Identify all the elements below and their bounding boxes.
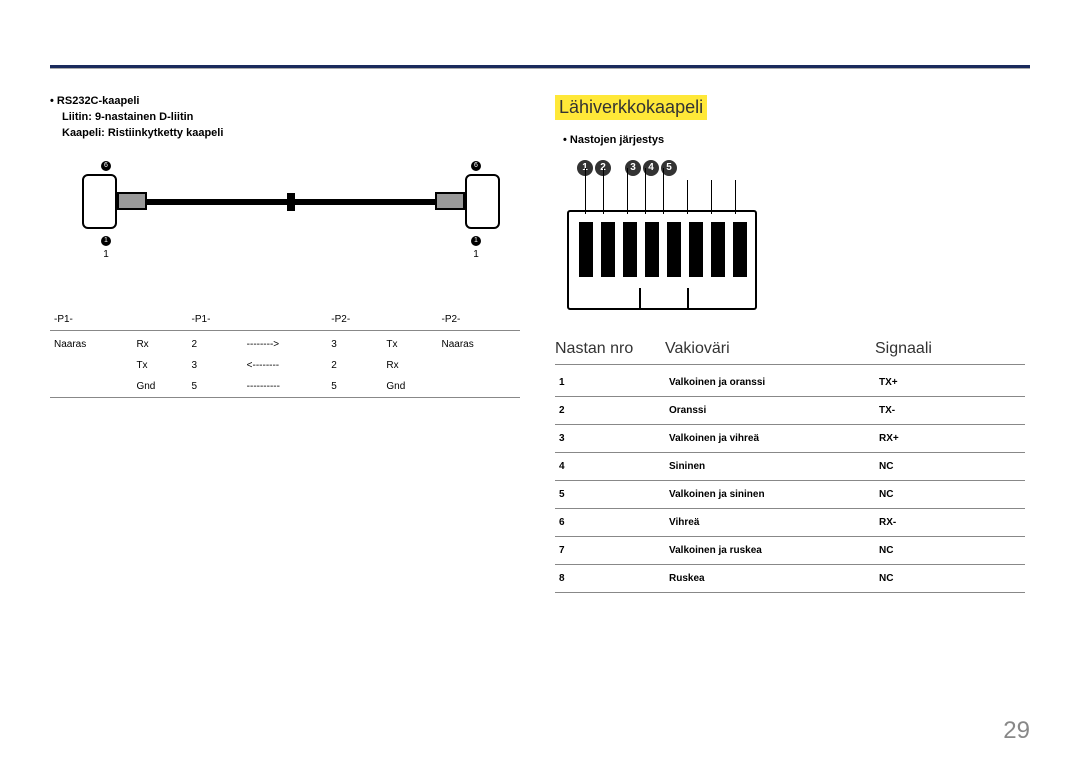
rj45-pin <box>579 222 593 277</box>
face-right <box>435 192 465 210</box>
wire <box>585 168 586 214</box>
table-row: 8RuskeaNC <box>555 565 1025 593</box>
connector-right <box>465 174 500 229</box>
pin-order-label: Nastojen järjestys <box>563 134 1025 146</box>
pinout-table: -P1- -P1- -P2- -P2- Naaras Rx 2 --------… <box>50 309 520 398</box>
rj45-pin <box>711 222 725 277</box>
pin6-right: 6 <box>470 159 482 171</box>
pin1-right-txt: 1 <box>470 249 482 261</box>
cable-line: Kaapeli: Ristiinkytketty kaapeli <box>62 127 520 139</box>
th-p1a: -P1- <box>50 309 132 331</box>
rj45-diagram: 1 2 3 4 5 <box>567 160 1025 310</box>
pin1-left-circ: 1 <box>100 234 112 246</box>
rj45-body <box>567 210 757 310</box>
th-p1b: -P1- <box>188 309 243 331</box>
wire <box>711 180 712 214</box>
rj45-pin <box>689 222 703 277</box>
wire <box>687 180 688 214</box>
table-row: 4SininenNC <box>555 453 1025 481</box>
rs232c-title: RS232C-kaapeli <box>50 95 520 107</box>
wire <box>663 168 664 214</box>
pin6-left: 6 <box>100 159 112 171</box>
rj45-pin <box>667 222 681 277</box>
rj45-clip <box>639 288 689 310</box>
table-row: 1Valkoinen ja oranssiTX+ <box>555 369 1025 397</box>
table-row: 3Valkoinen ja vihreäRX+ <box>555 425 1025 453</box>
wire <box>735 180 736 214</box>
th-p2b: -P2- <box>438 309 521 331</box>
right-column: Lähiverkkokaapeli Nastojen järjestys 1 2… <box>555 95 1025 593</box>
hdr-color: Vakioväri <box>665 340 875 358</box>
rj45-pin <box>623 222 637 277</box>
pin1-left-txt: 1 <box>100 249 112 261</box>
table-row: 6VihreäRX- <box>555 509 1025 537</box>
connector-left <box>82 174 117 229</box>
connector-line: Liitin: 9-nastainen D-liitin <box>62 111 520 123</box>
table-row: 5Valkoinen ja sininenNC <box>555 481 1025 509</box>
rj45-pin <box>645 222 659 277</box>
hdr-signal: Signaali <box>875 340 1025 358</box>
table-row: Naaras Rx 2 --------> 3 Tx Naaras <box>50 331 520 356</box>
lan-cable-title: Lähiverkkokaapeli <box>555 95 707 120</box>
ferrite <box>287 193 295 211</box>
rj45-pin <box>733 222 747 277</box>
wire <box>627 168 628 214</box>
header-rule <box>50 65 1030 69</box>
face-left <box>117 192 147 210</box>
page-number: 29 <box>1003 717 1030 745</box>
table-row: 2OranssiTX- <box>555 397 1025 425</box>
table-row: Tx 3 <-------- 2 Rx <box>50 355 520 376</box>
left-column: RS232C-kaapeli Liitin: 9-nastainen D-lii… <box>50 95 520 398</box>
th-p2a: -P2- <box>327 309 382 331</box>
table-row: Gnd 5 ---------- 5 Gnd <box>50 376 520 398</box>
serial-cable-diagram: 6 1 1 6 1 1 <box>62 159 520 279</box>
table-row: 7Valkoinen ja ruskeaNC <box>555 537 1025 565</box>
wire <box>603 168 604 214</box>
hdr-pin: Nastan nro <box>555 340 665 358</box>
rj45-pin <box>601 222 615 277</box>
pin1-right-circ: 1 <box>470 234 482 246</box>
lan-table-header: Nastan nro Vakioväri Signaali <box>555 340 1025 365</box>
lan-pinout-table: 1Valkoinen ja oranssiTX+ 2OranssiTX- 3Va… <box>555 369 1025 593</box>
wire <box>645 168 646 214</box>
